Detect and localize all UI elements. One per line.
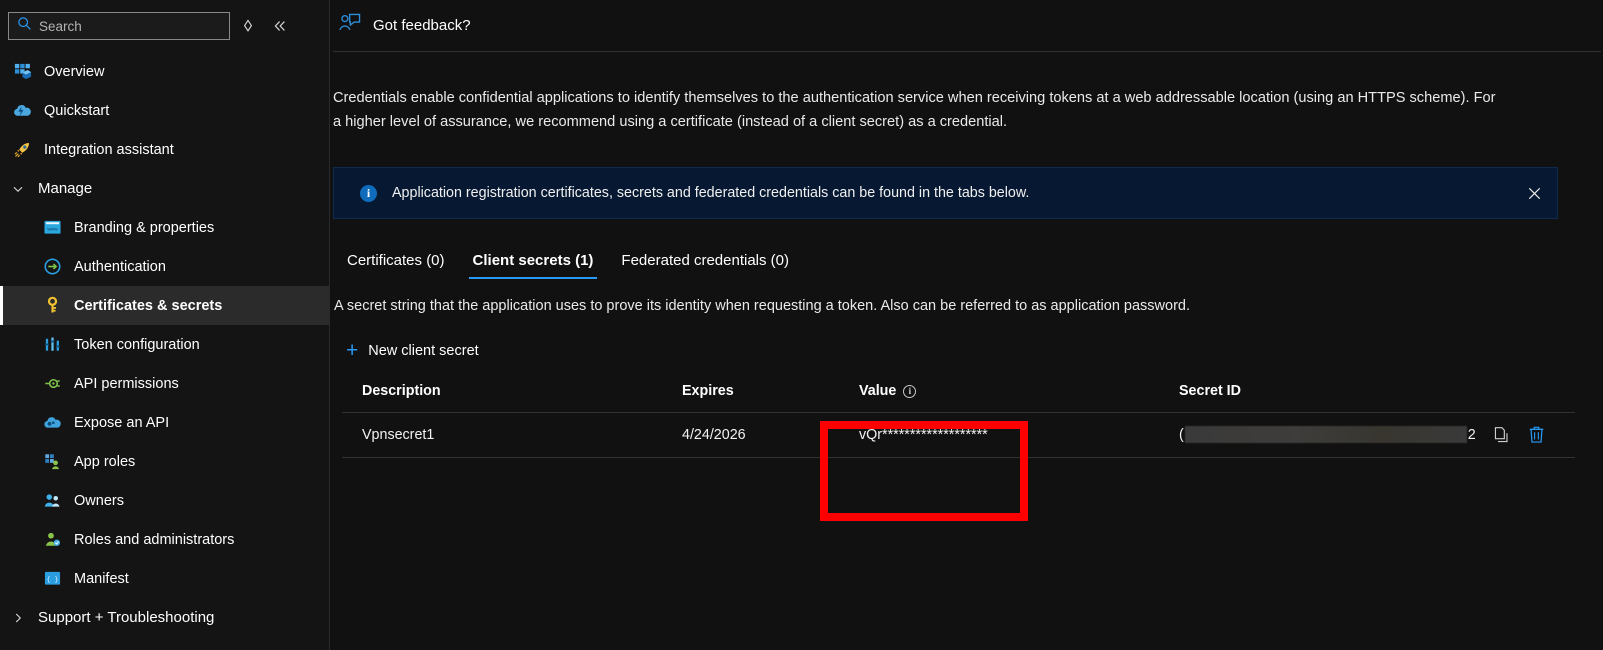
sidebar-item-app-roles[interactable]: App roles <box>0 442 329 481</box>
sidebar-item-label: Overview <box>44 63 105 80</box>
table-header-row: Description Expires Value i Secret ID <box>342 377 1575 413</box>
cell-actions <box>1493 412 1575 458</box>
cell-description: Vpnsecret1 <box>342 412 682 458</box>
owners-people-icon <box>42 491 62 511</box>
roles-admin-icon <box>42 530 62 550</box>
sidebar-item-overview[interactable]: Overview <box>0 52 329 91</box>
sidebar-item-label: Expose an API <box>74 414 170 431</box>
search-icon <box>17 16 32 36</box>
delete-trash-icon[interactable] <box>1528 425 1545 444</box>
column-header-expires[interactable]: Expires <box>682 377 837 413</box>
tab-certificates[interactable]: Certificates (0) <box>333 252 459 279</box>
sidebar-group-manage[interactable]: Manage <box>0 169 329 208</box>
sidebar-item-token-configuration[interactable]: Token configuration <box>0 325 329 364</box>
quickstart-cloud-icon <box>12 101 32 121</box>
info-circle-outline-icon[interactable]: i <box>903 384 917 398</box>
sidebar-item-label: Certificates & secrets <box>74 297 223 314</box>
copy-icon[interactable] <box>1493 426 1510 444</box>
client-secrets-table-wrap: Description Expires Value i Secret ID Vp… <box>342 377 1575 458</box>
table-row[interactable]: Vpnsecret1 4/24/2026 vQr****************… <box>342 412 1575 458</box>
sidebar-item-integration-assistant[interactable]: Integration assistant <box>0 130 329 169</box>
cell-value: vQr******************* <box>837 412 1167 458</box>
column-header-value[interactable]: Value i <box>837 377 1167 413</box>
sidebar-item-branding-properties[interactable]: www Branding & properties <box>0 208 329 247</box>
overview-grid-icon <box>12 62 32 82</box>
sidebar-item-label: Quickstart <box>44 102 110 119</box>
app-roles-icon <box>42 452 62 472</box>
client-secrets-table: Description Expires Value i Secret ID Vp… <box>342 377 1575 458</box>
cell-expires: 4/24/2026 <box>682 412 837 458</box>
svg-text:{ }: { } <box>46 575 58 583</box>
branding-card-icon: www <box>42 218 62 238</box>
main-content: Got feedback? Credentials enable confide… <box>330 0 1603 650</box>
token-sliders-icon <box>42 335 62 355</box>
cell-secret-id: ( 2 <box>1167 412 1493 458</box>
key-icon <box>42 296 62 316</box>
feedback-person-icon <box>338 12 362 39</box>
sidebar-item-authentication[interactable]: Authentication <box>0 247 329 286</box>
sidebar-item-expose-an-api[interactable]: Expose an API <box>0 403 329 442</box>
rocket-icon <box>12 140 32 160</box>
secret-id-prefix: ( <box>1179 426 1184 443</box>
sidebar-item-label: Integration assistant <box>44 141 174 158</box>
info-banner-text: Application registration certificates, s… <box>392 185 1030 201</box>
sidebar-group-label: Support + Troubleshooting <box>38 609 215 626</box>
command-bar: + New client secret <box>344 336 1603 365</box>
tab-bar: Certificates (0) Client secrets (1) Fede… <box>333 239 1603 279</box>
sidebar-item-manifest[interactable]: { } Manifest <box>0 559 329 598</box>
tab-client-secrets[interactable]: Client secrets (1) <box>459 252 608 279</box>
authentication-arrow-icon <box>42 257 62 277</box>
info-banner: i Application registration certificates,… <box>333 167 1558 219</box>
column-header-value-label: Value <box>859 383 897 399</box>
sidebar-item-label: Owners <box>74 492 124 509</box>
search-box[interactable] <box>8 12 230 40</box>
double-chevron-left-icon[interactable] <box>266 12 294 40</box>
search-input[interactable] <box>39 18 221 34</box>
sidebar-item-certificates-secrets[interactable]: Certificates & secrets <box>0 286 329 325</box>
svg-text:www: www <box>47 228 58 233</box>
sort-diamond-icon[interactable] <box>234 12 262 40</box>
column-header-secret-id[interactable]: Secret ID <box>1167 377 1493 413</box>
sidebar-group-support-troubleshooting[interactable]: Support + Troubleshooting <box>0 598 329 637</box>
azure-portal-page: Overview Quickstart <box>0 0 1603 650</box>
table-body: Vpnsecret1 4/24/2026 vQr****************… <box>342 412 1575 458</box>
sidebar-item-roles-administrators[interactable]: Roles and administrators <box>0 520 329 559</box>
sidebar-nav: Overview Quickstart Integration assistan… <box>0 50 329 637</box>
chevron-right-icon <box>8 611 28 625</box>
sidebar-item-label: API permissions <box>74 375 179 392</box>
tab-description: A secret string that the application use… <box>334 298 1190 314</box>
expose-api-cloud-icon <box>42 413 62 433</box>
sidebar-item-label: Authentication <box>74 258 166 275</box>
sidebar-search-row <box>0 0 329 50</box>
info-circle-icon: i <box>360 184 377 202</box>
sidebar-group-label: Manage <box>38 180 93 197</box>
plus-icon: + <box>346 339 359 362</box>
table-head: Description Expires Value i Secret ID <box>342 377 1575 413</box>
new-client-secret-button[interactable]: + New client secret <box>344 336 481 365</box>
sidebar-item-owners[interactable]: Owners <box>0 481 329 520</box>
secret-id-suffix: 2 <box>1467 426 1476 443</box>
feedback-row: Got feedback? <box>333 0 1601 52</box>
tab-federated-credentials[interactable]: Federated credentials (0) <box>607 252 803 279</box>
masked-secret-value: vQr******************* <box>859 426 988 443</box>
sidebar-item-api-permissions[interactable]: API permissions <box>0 364 329 403</box>
column-header-description[interactable]: Description <box>342 377 682 413</box>
new-client-secret-label: New client secret <box>368 342 479 359</box>
close-icon[interactable] <box>1521 180 1547 206</box>
sidebar-item-label: Manifest <box>74 570 129 587</box>
sidebar-item-label: Roles and administrators <box>74 531 235 548</box>
sidebar-item-quickstart[interactable]: Quickstart <box>0 91 329 130</box>
api-permissions-icon <box>42 374 62 394</box>
sidebar-item-label: Token configuration <box>74 336 200 353</box>
feedback-link[interactable]: Got feedback? <box>373 17 471 34</box>
sidebar-item-label: App roles <box>74 453 136 470</box>
chevron-down-icon <box>8 182 28 196</box>
sidebar: Overview Quickstart <box>0 0 330 650</box>
secret-id-redaction-bar <box>1184 426 1467 443</box>
manifest-braces-icon: { } <box>42 569 62 589</box>
column-header-actions <box>1493 377 1575 413</box>
page-description: Credentials enable confidential applicat… <box>333 90 1496 130</box>
sidebar-item-label: Branding & properties <box>74 219 215 236</box>
